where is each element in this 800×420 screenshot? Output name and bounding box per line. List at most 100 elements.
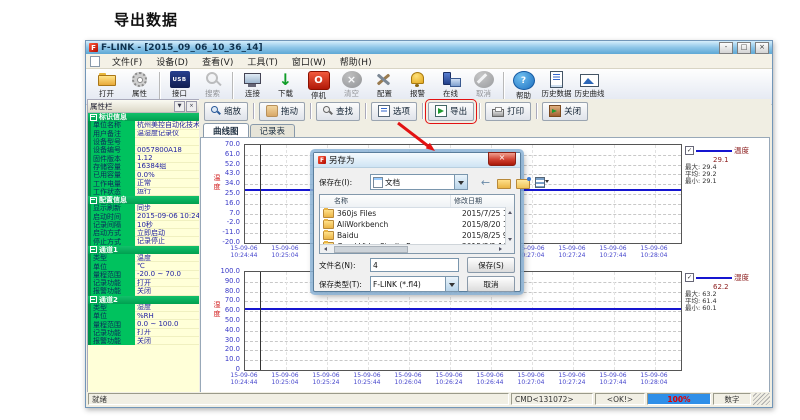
x-axis-labels: 15-09-0610:24:4415-09-0610:25:0415-09-06… [244, 372, 680, 390]
menu-item[interactable]: 工具(T) [240, 54, 285, 68]
toolbar-button[interactable]: 连接 [236, 70, 269, 99]
tab-记录表[interactable]: 记录表 [250, 124, 296, 137]
property-value: 湿度 [135, 304, 199, 312]
toolbar-button[interactable]: O停机 [302, 70, 335, 101]
legend-checkbox[interactable]: ✓ [685, 146, 694, 155]
chart-toolbar-button[interactable]: 打印 [485, 102, 531, 121]
vertical-scrollbar[interactable] [505, 207, 514, 245]
resize-grip[interactable] [753, 393, 770, 405]
pin-icon[interactable]: ▼ [174, 101, 185, 112]
menu-item[interactable]: 设备(D) [149, 54, 195, 68]
save-button[interactable]: 保存(S) [467, 257, 515, 273]
section-header[interactable]: 标识信息 [88, 113, 199, 121]
y-tick-label: -11.0 [206, 229, 240, 236]
property-row[interactable]: 已用容量0.0% [88, 171, 199, 179]
minimize-button[interactable]: - [719, 42, 733, 54]
back-arrow-icon[interactable]: ← [479, 176, 492, 188]
new-folder-icon[interactable] [516, 179, 530, 189]
column-header-date[interactable]: 修改日期 [451, 195, 514, 207]
menu-item[interactable]: 查看(V) [195, 54, 240, 68]
maximize-button[interactable]: □ [737, 42, 751, 54]
property-row[interactable]: 用户备注温湿度记录仪 [88, 130, 199, 138]
file-row[interactable]: AliWorkbench2015/8/20 15:5 [320, 219, 514, 230]
property-row[interactable]: 量程范围0.0 ~ 100.0 [88, 320, 199, 328]
scrollbar-thumb[interactable] [334, 246, 408, 253]
toolbar-button[interactable]: 在线 [434, 70, 467, 99]
file-row[interactable]: 360js Files2015/7/25 12:0 [320, 208, 514, 219]
property-row[interactable]: 工作电量正常 [88, 179, 199, 187]
toolbar-button[interactable]: USB接口 [163, 70, 196, 99]
property-row[interactable]: 启动方式立即启动 [88, 229, 199, 237]
menu-item[interactable]: 文件(F) [105, 54, 149, 68]
download-icon: ↓ [276, 71, 296, 88]
close-button[interactable]: × [755, 42, 769, 54]
toolbar-button[interactable]: 历史数据 [540, 70, 573, 99]
view-menu-icon[interactable] [535, 176, 548, 188]
property-row[interactable]: 启动时间2015-09-06 10:24:34 [88, 213, 199, 221]
toolbar-label: 在线 [443, 88, 458, 99]
property-row[interactable]: 记录间隔10秒 [88, 221, 199, 229]
x-tick-label: 15-09-0610:25:44 [345, 372, 389, 386]
file-row[interactable]: Baidu2015/8/25 9:45 [320, 230, 514, 241]
chart-toolbar-button[interactable]: 查找 [316, 102, 360, 121]
property-row[interactable]: 设备型号 [88, 138, 199, 146]
section-header[interactable]: 通道1 [88, 246, 199, 254]
dialog-nav-icons: ← [479, 176, 548, 189]
x-tick-date: 15-09-06 [345, 372, 389, 379]
property-row[interactable]: 设备编号0057800A18 [88, 146, 199, 154]
legend-checkbox[interactable]: ✓ [685, 273, 694, 282]
section-header[interactable]: 通道2 [88, 296, 199, 304]
toolbar-button[interactable]: 历史曲线 [573, 70, 606, 99]
toolbar-button[interactable]: 打开 [90, 70, 123, 99]
property-row[interactable]: 报警功能关闭 [88, 337, 199, 345]
property-row[interactable]: 类型湿度 [88, 304, 199, 312]
tab-曲线图[interactable]: 曲线图 [203, 123, 249, 137]
toolbar-button[interactable]: ↓下载 [269, 70, 302, 99]
dialog-close-icon[interactable]: × [488, 152, 516, 166]
y-tick-label: 43.0 [206, 170, 240, 177]
property-row[interactable]: 量程范围-20.0 ~ 70.0 [88, 271, 199, 279]
toolbar-button[interactable]: ?帮助 [507, 70, 540, 101]
y-tick-label: 90.0 [206, 278, 240, 285]
property-row[interactable]: 显示刷新同步 [88, 204, 199, 212]
filetype-value: F-LINK (*.fl4) [373, 280, 421, 289]
property-row[interactable]: 固件版本1.12 [88, 154, 199, 162]
property-row[interactable]: 存储容量16384组 [88, 163, 199, 171]
collapse-icon [90, 197, 97, 204]
column-header-name[interactable]: 名称 [320, 195, 451, 207]
export-button[interactable]: 导出 [428, 102, 474, 121]
property-row[interactable]: 单位名称杭州美控自动化技术有限公司 [88, 121, 199, 129]
toolbar-button[interactable]: 配置 [368, 70, 401, 99]
cancel-button[interactable]: 取消 [467, 276, 515, 292]
history-curve-icon [580, 71, 600, 88]
save-in-combobox[interactable]: 文档 [370, 174, 468, 190]
panel-close-icon[interactable]: × [186, 101, 197, 112]
property-label: 量程范围 [88, 271, 135, 279]
property-value: -20.0 ~ 70.0 [135, 271, 199, 279]
section-header[interactable]: 配置信息 [88, 196, 199, 204]
combo-dropdown-button[interactable] [454, 175, 467, 189]
up-folder-icon[interactable] [497, 179, 511, 189]
toolbar-button[interactable]: 报警 [401, 70, 434, 99]
horizontal-scrollbar[interactable] [320, 244, 514, 253]
property-row[interactable]: 单位℃ [88, 262, 199, 270]
alarm-bell-icon [408, 71, 428, 88]
filetype-combobox[interactable]: F-LINK (*.fl4) [370, 276, 459, 292]
filename-input[interactable]: 4 [370, 258, 459, 272]
property-row[interactable]: 记录功能打开 [88, 279, 199, 287]
x-tick-date: 15-09-06 [632, 245, 676, 252]
property-value: 同步 [135, 204, 199, 212]
combo-dropdown-button[interactable] [445, 277, 458, 291]
menu-item[interactable]: 窗口(W) [285, 54, 333, 68]
property-row[interactable]: 单位%RH [88, 312, 199, 320]
y-tick-label: 70.0 [206, 297, 240, 304]
menu-item[interactable]: 帮助(H) [333, 54, 379, 68]
chart-toolbar-button[interactable]: 选项 [371, 102, 417, 121]
property-row[interactable]: 类型温度 [88, 254, 199, 262]
tab-strip: 曲线图记录表 [199, 123, 771, 137]
chart-toolbar-button[interactable]: 拖动 [259, 102, 305, 121]
toolbar-button[interactable]: 属性 [123, 70, 156, 99]
property-row[interactable]: 记录功能打开 [88, 329, 199, 337]
chart-toolbar-button[interactable]: 缩放 [204, 102, 248, 121]
chart-toolbar-button[interactable]: 关闭 [542, 102, 588, 121]
